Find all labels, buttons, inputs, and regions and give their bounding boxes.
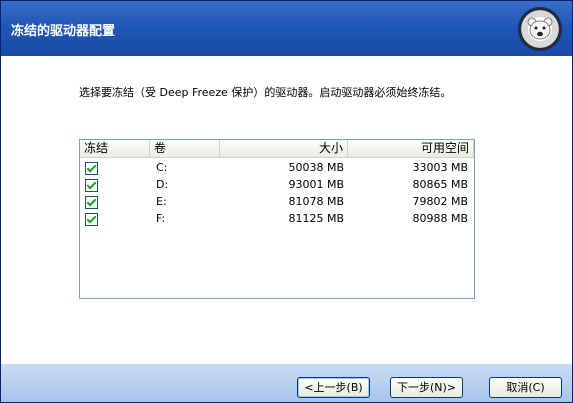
bear-icon	[527, 17, 553, 40]
freeze-checkbox[interactable]	[85, 213, 98, 226]
volume-cell: D:	[156, 178, 169, 191]
column-header-free-space[interactable]: 可用空间	[348, 140, 474, 157]
page-title: 冻结的驱动器配置	[11, 24, 116, 39]
header-banner: 冻结的驱动器配置	[1, 1, 572, 56]
drive-row[interactable]: E: 81078 MB 79802 MB	[80, 194, 474, 210]
size-cell: 50038 MB	[288, 161, 344, 174]
column-header-volume[interactable]: 卷	[150, 140, 220, 157]
polar-bear-logo-icon	[518, 7, 562, 51]
freeze-checkbox[interactable]	[85, 196, 98, 209]
column-header-freeze[interactable]: 冻结	[80, 140, 150, 157]
installer-window: 冻结的驱动器配置 选择要冻结（受 Deep Freeze 保护）的驱动器。启动驱…	[0, 0, 573, 403]
free-space-cell: 80988 MB	[412, 212, 468, 225]
drive-row[interactable]: C: 50038 MB 33003 MB	[80, 160, 474, 176]
instruction-text: 选择要冻结（受 Deep Freeze 保护）的驱动器。启动驱动器必须始终冻结。	[79, 86, 452, 99]
freeze-checkbox[interactable]	[85, 162, 98, 175]
drive-list[interactable]: 冻结 卷 大小 可用空间 C: 50038 MB 33003 MB D: 930…	[79, 139, 475, 299]
size-cell: 81125 MB	[288, 212, 344, 225]
freeze-checkbox[interactable]	[85, 179, 98, 192]
content-area: 选择要冻结（受 Deep Freeze 保护）的驱动器。启动驱动器必须始终冻结。…	[1, 56, 572, 364]
volume-cell: C:	[156, 161, 168, 174]
volume-cell: E:	[156, 195, 167, 208]
free-space-cell: 79802 MB	[412, 195, 468, 208]
drive-row[interactable]: F: 81125 MB 80988 MB	[80, 211, 474, 227]
cancel-button[interactable]: 取消(C)	[489, 377, 562, 398]
size-cell: 93001 MB	[288, 178, 344, 191]
drive-row[interactable]: D: 93001 MB 80865 MB	[80, 177, 474, 193]
volume-cell: F:	[156, 212, 166, 225]
back-button[interactable]: <上一步(B)	[297, 377, 370, 398]
list-header: 冻结 卷 大小 可用空间	[80, 140, 474, 158]
column-header-size[interactable]: 大小	[220, 140, 348, 157]
footer-bar: <上一步(B) 下一步(N)> 取消(C)	[1, 364, 572, 402]
free-space-cell: 80865 MB	[412, 178, 468, 191]
next-button[interactable]: 下一步(N)>	[390, 377, 463, 398]
free-space-cell: 33003 MB	[412, 161, 468, 174]
size-cell: 81078 MB	[288, 195, 344, 208]
